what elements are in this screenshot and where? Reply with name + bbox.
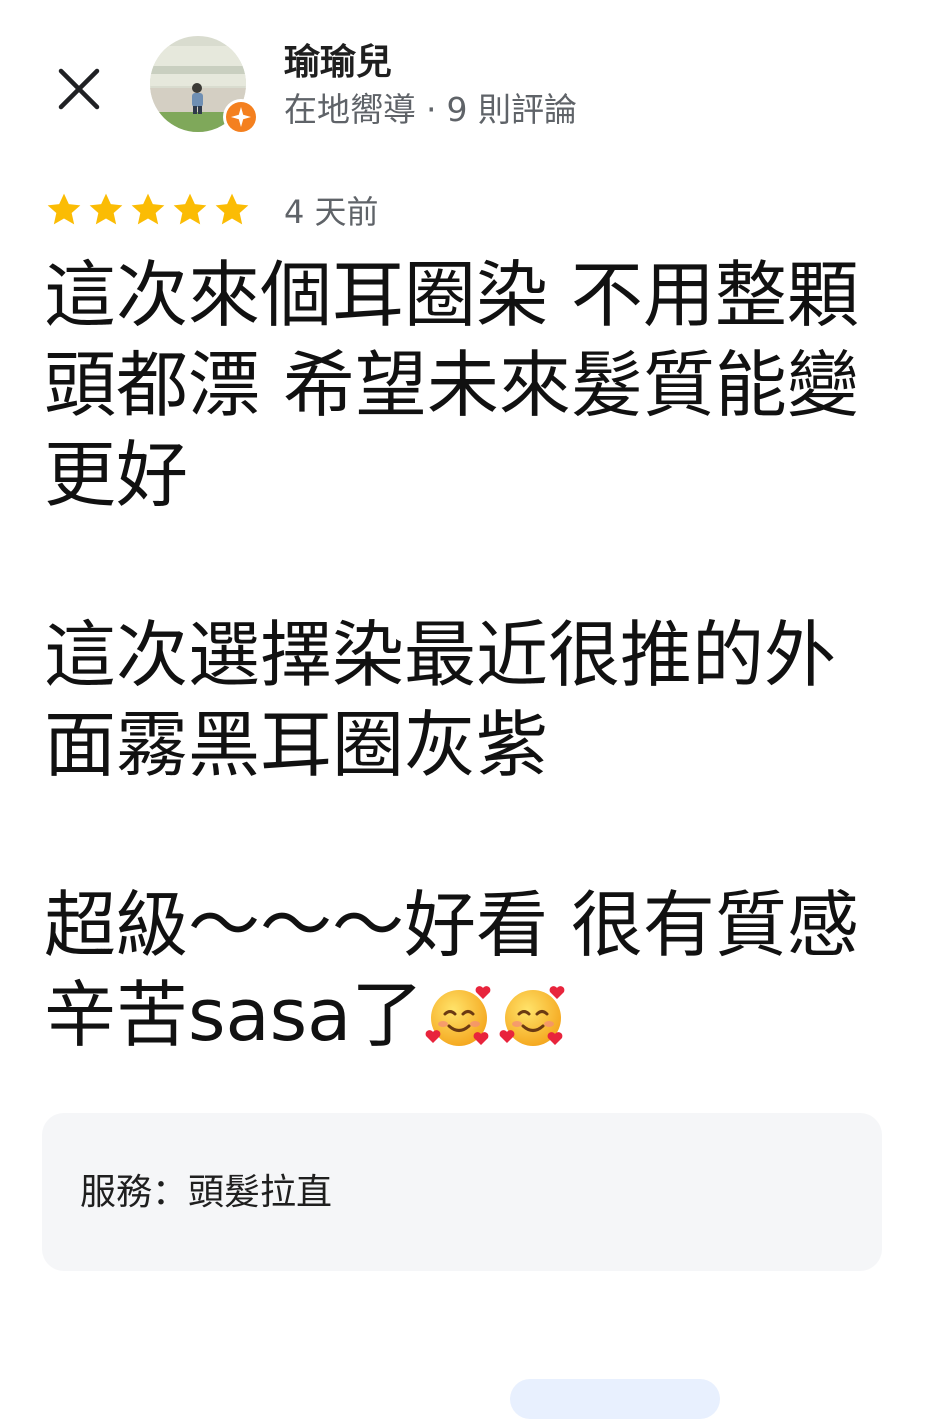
star-icon xyxy=(131,193,165,225)
star-icon xyxy=(215,193,249,225)
smiling-face-with-hearts-icon xyxy=(425,986,491,1046)
author-avatar-group[interactable] xyxy=(150,36,260,136)
close-icon xyxy=(58,68,100,110)
review-text-content: 這次來個耳圈染 不用整顆頭都漂 希望未來髮質能變更好 這次選擇染最近很推的外面霧… xyxy=(44,253,859,1057)
review-time: 4 天前 xyxy=(284,193,379,231)
star-rating xyxy=(44,190,252,230)
author-meta: 在地嚮導 · 9 則評論 xyxy=(284,88,577,132)
service-info-box: 服務：頭髮拉直 xyxy=(42,1113,882,1271)
bottom-action-button[interactable] xyxy=(510,1379,720,1419)
service-text: 服務：頭髮拉直 xyxy=(80,1172,333,1213)
star-icon xyxy=(47,193,81,225)
rating-row: 4 天前 xyxy=(44,186,379,234)
review-text: 這次來個耳圈染 不用整顆頭都漂 希望未來髮質能變更好 這次選擇染最近很推的外面霧… xyxy=(44,250,894,1060)
star-icon xyxy=(89,193,123,225)
star-icon xyxy=(173,193,207,225)
author-role: 在地嚮導 xyxy=(284,90,416,129)
local-guide-star-icon xyxy=(223,99,259,135)
review-count[interactable]: 9 則評論 xyxy=(447,90,578,129)
close-button[interactable] xyxy=(50,60,108,118)
smiling-face-with-hearts-icon xyxy=(499,986,565,1046)
author-name[interactable]: 瑜瑜兒 xyxy=(284,40,392,86)
meta-separator: · xyxy=(426,90,437,129)
emoji-group xyxy=(423,973,571,1057)
